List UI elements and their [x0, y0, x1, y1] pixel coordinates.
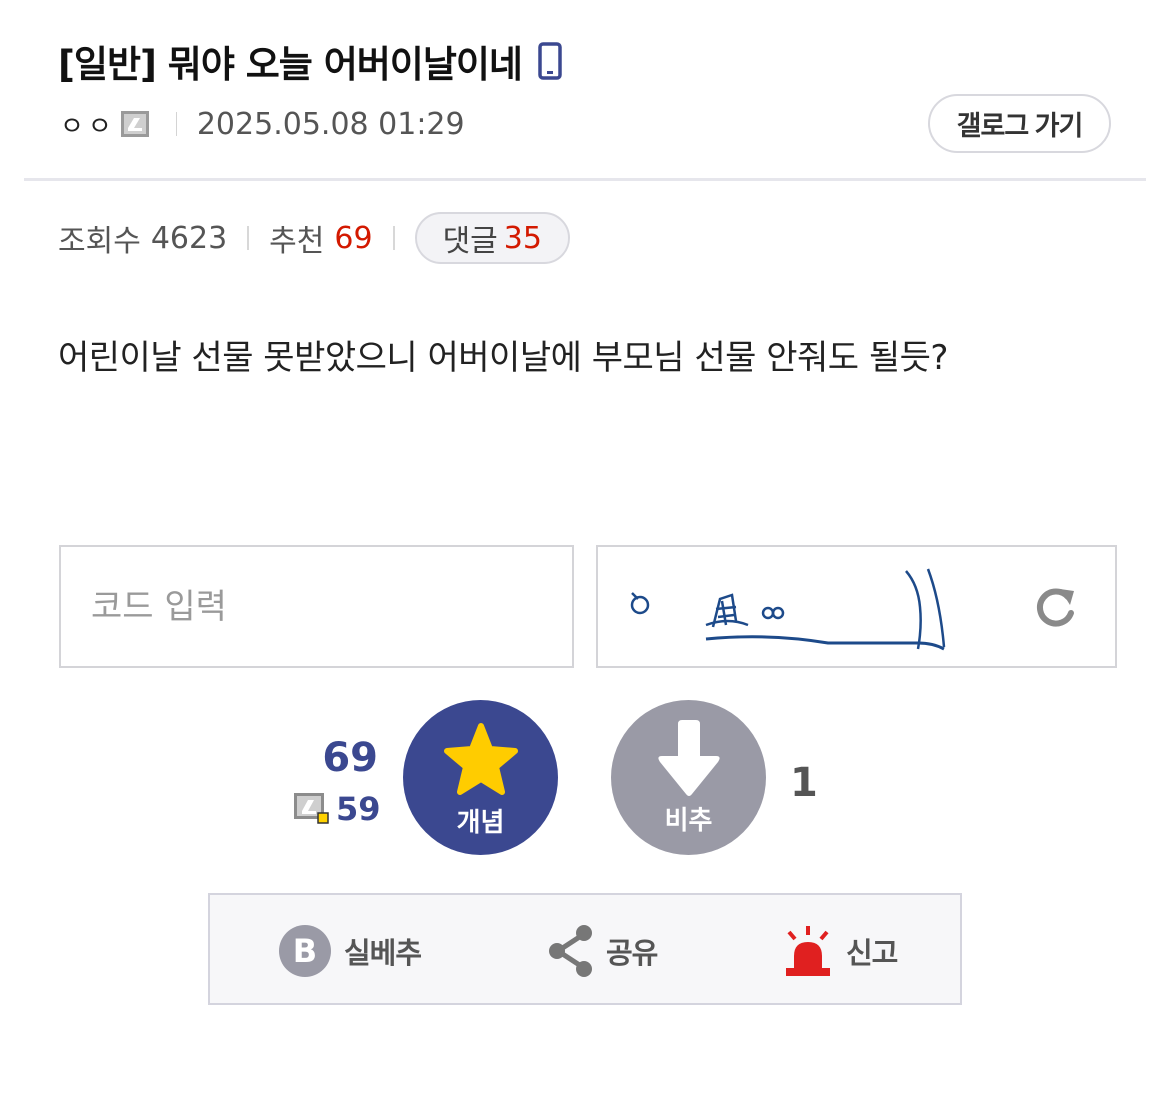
comments-button[interactable]: 댓글 35	[414, 212, 570, 264]
fixed-upvote: 59	[292, 790, 381, 828]
best-recommend-label: 실베추	[344, 936, 422, 970]
captcha-box	[596, 545, 1117, 668]
stat-separator	[247, 226, 250, 250]
comments-label: 댓글	[442, 224, 498, 259]
fixed-nick-icon	[292, 791, 330, 827]
post-title: [일반] 뭐야 오늘 어버이날이네	[58, 43, 523, 86]
action-bar: B 실베추 공유 신고	[208, 893, 962, 1005]
author-nick[interactable]: ㅇㅇ	[60, 106, 116, 143]
post-datetime: 2025.05.08 01:29	[196, 106, 465, 142]
post-title-row: [일반] 뭐야 오늘 어버이날이네	[58, 34, 562, 88]
downvote-count: 1	[790, 760, 818, 806]
views-count: 4623	[150, 220, 228, 256]
svg-text:B: B	[293, 932, 317, 970]
recommend-label: 추천	[269, 224, 325, 259]
best-recommend-button[interactable]: B 실베추	[278, 923, 422, 979]
report-label: 신고	[846, 936, 898, 970]
fixed-upvote-count: 59	[336, 790, 381, 828]
share-label: 공유	[606, 936, 658, 970]
share-button[interactable]: 공유	[548, 923, 658, 979]
upvote-count: 69	[322, 735, 378, 781]
post-body: 어린이날 선물 못받았으니 어버이날에 부모님 선물 안줘도 될듯?	[58, 338, 948, 378]
refresh-icon[interactable]	[1030, 583, 1080, 633]
post-meta: ㅇㅇ 2025.05.08 01:29	[60, 104, 465, 144]
downvote-label: 비추	[664, 806, 713, 836]
arrow-down-icon	[657, 720, 720, 796]
best-b-icon: B	[279, 925, 331, 977]
header-divider	[24, 178, 1146, 181]
fixed-nick-icon	[120, 110, 150, 138]
report-button[interactable]: 신고	[782, 923, 898, 979]
star-icon	[443, 723, 518, 795]
siren-icon	[786, 926, 830, 976]
recommend-stat: 추천 69	[269, 216, 372, 260]
captcha-image	[630, 568, 946, 651]
meta-separator	[175, 112, 177, 136]
comments-count: 35	[503, 220, 542, 256]
upvote-button[interactable]: 개념	[403, 700, 558, 855]
views-stat: 조회수 4623	[58, 216, 227, 260]
gallog-button[interactable]: 갤로그 가기	[928, 94, 1111, 153]
downvote-button[interactable]: 비추	[611, 700, 766, 855]
views-label: 조회수	[58, 224, 141, 259]
recommend-count: 69	[334, 220, 373, 256]
post-stats: 조회수 4623 추천 69 댓글 35	[58, 212, 570, 264]
stat-separator	[392, 226, 395, 250]
upvote-label: 개념	[456, 808, 505, 838]
share-icon	[549, 925, 592, 977]
mobile-icon	[538, 42, 562, 80]
captcha-code-input[interactable]	[59, 545, 574, 668]
